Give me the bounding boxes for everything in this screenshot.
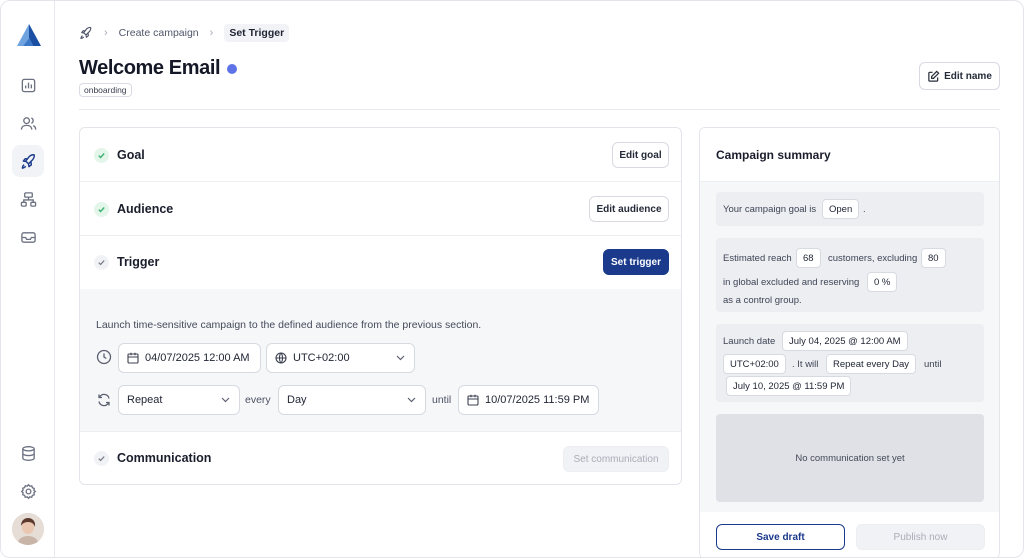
campaign-steps-panel: Goal Edit goal Audience Edit audience Tr…: [79, 127, 682, 485]
launch-timezone-value: UTC+02:00: [723, 354, 786, 374]
campaign-summary-panel: Campaign summary Your campaign goal is O…: [699, 127, 1000, 557]
reach-line3: as a control group.: [723, 295, 802, 306]
save-draft-button[interactable]: Save draft: [716, 524, 845, 550]
inbox-icon: [20, 231, 36, 243]
breadcrumb-item-current: Set Trigger: [224, 24, 290, 42]
reach-value: 68: [796, 248, 821, 268]
divider: [79, 109, 1000, 110]
goal-prefix: Your campaign goal is: [723, 204, 817, 215]
goal-suffix: .: [863, 204, 866, 215]
status-dot: [227, 63, 238, 74]
calendar-icon: [467, 394, 479, 406]
edit-audience-button[interactable]: Edit audience: [589, 196, 669, 222]
trigger-description: Launch time-sensitive campaign to the de…: [96, 319, 482, 331]
step-goal-title: Goal: [117, 148, 145, 162]
interval-value: Day: [287, 394, 307, 406]
edit-name-button[interactable]: Edit name: [919, 62, 1000, 90]
summary-reach-card: Estimated reach 68 customers, excluding …: [716, 238, 984, 312]
sidebar-item-campaigns[interactable]: [12, 145, 44, 177]
user-photo-icon: [12, 513, 44, 545]
excluded-value: 80: [921, 248, 946, 268]
timezone-value: UTC+02:00: [293, 352, 350, 364]
launch-date-value: July 04, 2025 @ 12:00 AM: [782, 331, 908, 351]
sidebar: [1, 1, 55, 557]
calendar-icon: [127, 352, 139, 364]
gear-icon: [20, 483, 36, 499]
launch-repeat-value: Repeat every Day: [826, 354, 917, 374]
repeat-icon: [98, 393, 110, 407]
sidebar-item-analytics[interactable]: [12, 69, 44, 101]
avatar[interactable]: [12, 513, 44, 545]
step-trigger-title: Trigger: [117, 255, 160, 269]
campaign-tag: onboarding: [79, 83, 132, 97]
edit-goal-button[interactable]: Edit goal: [612, 142, 669, 168]
clock-icon: [96, 349, 112, 365]
step-audience: Audience Edit audience: [80, 182, 681, 236]
summary-header: Campaign summary: [700, 128, 999, 182]
launch-prefix: Launch date: [723, 336, 776, 347]
launch-it-will: . It will: [792, 359, 819, 370]
until-label: until: [432, 394, 452, 406]
set-communication-button[interactable]: Set communication: [563, 446, 669, 472]
edit-icon: [928, 70, 940, 82]
hierarchy-icon: [20, 191, 36, 207]
summary-goal-card: Your campaign goal is Open .: [716, 192, 984, 226]
app-window: › Create campaign › Set Trigger Welcome …: [0, 0, 1024, 558]
rocket-icon: [21, 153, 35, 169]
summary-footer: Save draft Publish now: [700, 512, 999, 557]
end-date-value: 10/07/2025 11:59 PM: [485, 394, 590, 406]
repeat-select[interactable]: Repeat: [118, 385, 240, 415]
control-value: 0 %: [867, 272, 898, 292]
check-icon: [94, 451, 109, 466]
sidebar-item-settings[interactable]: [12, 475, 44, 507]
summary-launch-card: Launch date July 04, 2025 @ 12:00 AM UTC…: [716, 324, 984, 402]
set-trigger-button[interactable]: Set trigger: [603, 249, 669, 275]
every-label: every: [245, 394, 271, 406]
interval-select[interactable]: Day: [278, 385, 426, 415]
chevron-right-icon: ›: [209, 27, 214, 39]
app-logo[interactable]: [16, 23, 42, 47]
edit-name-label: Edit name: [944, 70, 992, 82]
breadcrumb: › Create campaign › Set Trigger: [79, 24, 290, 42]
step-communication-title: Communication: [117, 451, 212, 465]
users-icon: [20, 116, 36, 130]
launch-date-field[interactable]: 04/07/2025 12:00 AM: [118, 343, 261, 373]
bar-chart-icon: [21, 78, 35, 92]
check-icon: [94, 202, 109, 217]
sidebar-item-audience[interactable]: [12, 107, 44, 139]
no-communication-placeholder: No communication set yet: [716, 414, 984, 502]
sidebar-item-inbox[interactable]: [12, 221, 44, 253]
sidebar-item-database[interactable]: [12, 437, 44, 469]
chevron-down-icon: [407, 397, 416, 403]
step-trigger: Trigger Set trigger: [80, 236, 681, 289]
rocket-icon[interactable]: [79, 26, 93, 40]
chevron-down-icon: [221, 397, 230, 403]
chevron-down-icon: [396, 355, 405, 361]
reach-line2: in global excluded and reserving: [723, 277, 860, 288]
database-icon: [21, 445, 35, 461]
sidebar-item-flows[interactable]: [12, 183, 44, 215]
globe-icon: [275, 352, 287, 364]
check-icon: [94, 255, 109, 270]
page-title: Welcome Email: [79, 57, 238, 80]
breadcrumb-item-create-campaign[interactable]: Create campaign: [119, 27, 199, 39]
end-date-field[interactable]: 10/07/2025 11:59 PM: [458, 385, 599, 415]
trigger-form: Launch time-sensitive campaign to the de…: [80, 289, 681, 432]
step-audience-title: Audience: [117, 202, 174, 216]
check-icon: [94, 148, 109, 163]
reach-prefix: Estimated reach: [723, 253, 792, 264]
launch-end-date-value: July 10, 2025 @ 11:59 PM: [726, 376, 852, 396]
step-communication: Communication Set communication: [80, 432, 681, 484]
launch-date-value: 04/07/2025 12:00 AM: [145, 352, 250, 364]
chevron-right-icon: ›: [104, 27, 108, 39]
summary-title: Campaign summary: [716, 148, 831, 162]
reach-mid: customers, excluding: [828, 253, 918, 264]
launch-until: until: [924, 359, 942, 370]
timezone-select[interactable]: UTC+02:00: [266, 343, 415, 373]
repeat-value: Repeat: [127, 394, 163, 406]
campaign-name: Welcome Email: [79, 57, 221, 79]
step-goal: Goal Edit goal: [80, 128, 681, 182]
goal-value: Open: [822, 199, 860, 219]
publish-now-button[interactable]: Publish now: [856, 524, 985, 550]
